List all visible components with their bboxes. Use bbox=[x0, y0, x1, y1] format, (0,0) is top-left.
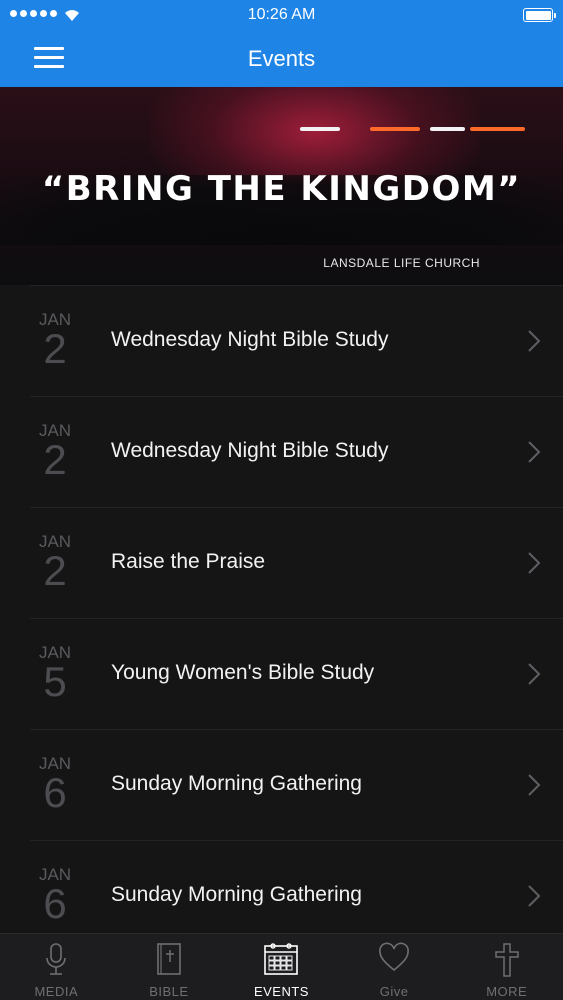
tab-media[interactable]: MEDIA bbox=[0, 934, 113, 1000]
status-bar: 10:26 AM bbox=[0, 0, 563, 30]
chevron-right-icon bbox=[528, 774, 541, 796]
event-row[interactable]: JAN 2 Wednesday Night Bible Study bbox=[0, 396, 563, 507]
event-day: 2 bbox=[43, 325, 67, 372]
microphone-icon bbox=[46, 943, 67, 975]
chevron-right-icon bbox=[528, 552, 541, 574]
tab-label: MEDIA bbox=[34, 984, 79, 999]
event-title: Sunday Morning Gathering bbox=[111, 772, 362, 795]
event-row[interactable]: JAN 2 Raise the Praise bbox=[0, 507, 563, 618]
event-row[interactable]: JAN 6 Sunday Morning Gathering bbox=[0, 729, 563, 840]
tab-label: EVENTS bbox=[253, 984, 309, 999]
tab-label: MORE bbox=[486, 984, 528, 999]
row-divider bbox=[30, 507, 563, 508]
tab-bible[interactable]: BIBLE bbox=[113, 934, 226, 1000]
row-divider bbox=[30, 285, 563, 286]
tab-label: BIBLE bbox=[149, 984, 189, 999]
event-row[interactable]: JAN 2 Wednesday Night Bible Study bbox=[0, 285, 563, 396]
chevron-right-icon bbox=[528, 441, 541, 463]
chevron-right-icon bbox=[528, 885, 541, 907]
event-row[interactable]: JAN 6 Sunday Morning Gathering bbox=[0, 840, 563, 933]
row-divider bbox=[30, 618, 563, 619]
banner-title: “BRING THE KINGDOM” bbox=[41, 169, 522, 209]
chevron-right-icon bbox=[528, 663, 541, 685]
event-day: 6 bbox=[43, 769, 67, 816]
stage-light bbox=[300, 127, 340, 131]
tab-more[interactable]: MORE bbox=[450, 934, 563, 1000]
event-title: Raise the Praise bbox=[111, 550, 266, 573]
event-title: Young Women's Bible Study bbox=[111, 661, 375, 684]
events-banner: “BRING THE KINGDOM” LANSDALE LIFE CHURCH bbox=[0, 87, 563, 285]
event-day: 6 bbox=[43, 880, 67, 927]
tab-bar: MEDIA BIBLE EVENTS Give MORE bbox=[0, 933, 563, 1000]
row-divider bbox=[30, 729, 563, 730]
tab-label: Give bbox=[379, 984, 409, 999]
status-time: 10:26 AM bbox=[247, 6, 316, 23]
event-day: 2 bbox=[43, 436, 67, 483]
stage-light bbox=[470, 127, 525, 131]
stage-light bbox=[430, 127, 465, 131]
page-title: Events bbox=[247, 46, 316, 71]
row-divider bbox=[30, 840, 563, 841]
stage-light bbox=[370, 127, 420, 131]
event-day: 2 bbox=[43, 547, 67, 594]
chevron-right-icon bbox=[528, 330, 541, 352]
calendar-icon bbox=[264, 943, 299, 975]
nav-bar: Events bbox=[0, 30, 563, 87]
tab-give[interactable]: Give bbox=[338, 934, 451, 1000]
tab-events[interactable]: EVENTS bbox=[225, 934, 338, 1000]
event-day: 5 bbox=[43, 658, 67, 705]
heart-icon bbox=[379, 942, 410, 972]
bible-icon bbox=[157, 943, 181, 975]
banner-subtitle: LANSDALE LIFE CHURCH bbox=[323, 256, 480, 270]
event-row[interactable]: JAN 5 Young Women's Bible Study bbox=[0, 618, 563, 729]
event-title: Sunday Morning Gathering bbox=[111, 883, 362, 906]
event-title: Wednesday Night Bible Study bbox=[111, 328, 389, 351]
cross-icon bbox=[494, 943, 519, 977]
events-list: JAN 2 Wednesday Night Bible Study JAN 2 … bbox=[0, 285, 563, 933]
row-divider bbox=[30, 396, 563, 397]
battery-icon bbox=[523, 8, 556, 22]
event-title: Wednesday Night Bible Study bbox=[111, 439, 389, 462]
